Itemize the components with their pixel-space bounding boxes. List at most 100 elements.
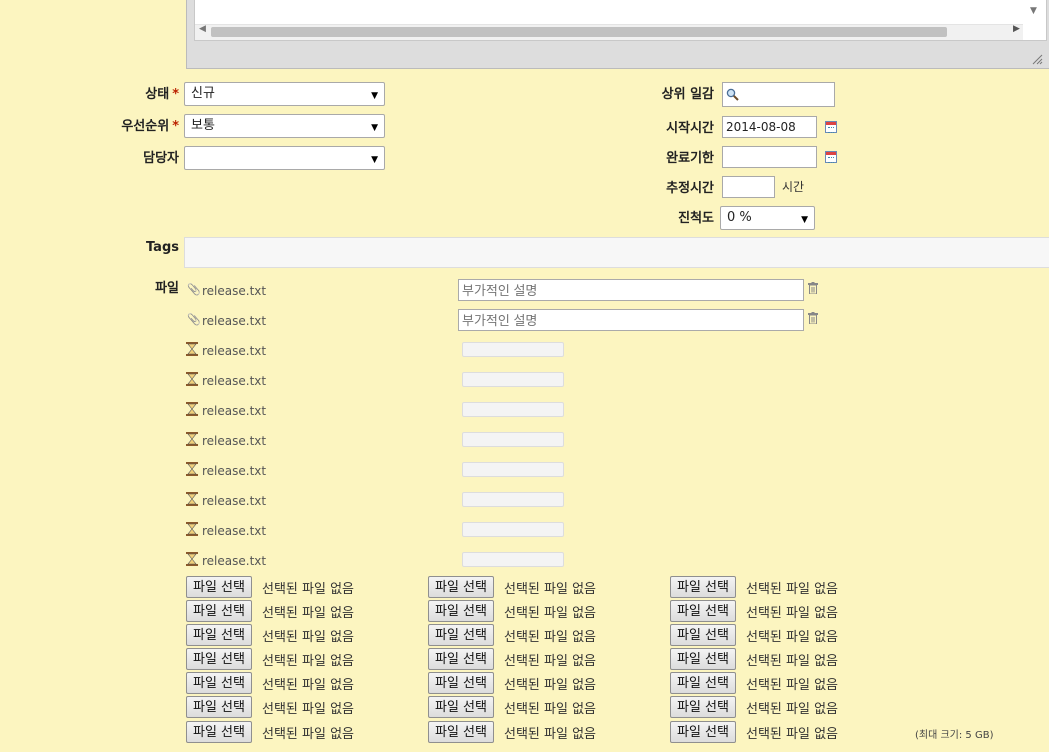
no-file-selected-text: 선택된 파일 없음: [504, 727, 596, 742]
done-ratio-value: 0 %: [727, 210, 752, 225]
uploading-file-name: release.txt: [202, 554, 267, 568]
no-file-selected-text: 선택된 파일 없음: [262, 630, 354, 645]
done-ratio-select[interactable]: 0 % ▼: [720, 206, 815, 230]
choose-file-button[interactable]: 파일 선택: [186, 576, 252, 598]
choose-file-button[interactable]: 파일 선택: [428, 600, 494, 622]
choose-file-button[interactable]: 파일 선택: [186, 672, 252, 694]
no-file-selected-text: 선택된 파일 없음: [262, 654, 354, 669]
scroll-right-arrow-icon[interactable]: ▶: [1013, 24, 1020, 34]
no-file-selected-text: 선택된 파일 없음: [504, 702, 596, 717]
max-size-note: (최대 크기: 5 GB): [915, 730, 994, 741]
uploading-file-name: release.txt: [202, 434, 267, 448]
choose-file-button[interactable]: 파일 선택: [428, 721, 494, 743]
assignee-select[interactable]: ▼: [184, 146, 385, 170]
paperclip-icon: 📎: [187, 313, 201, 326]
status-label: 상태 *: [145, 87, 179, 102]
calendar-icon[interactable]: [825, 121, 837, 133]
uploading-file-name: release.txt: [202, 404, 267, 418]
priority-value: 보통: [191, 118, 215, 133]
attached-file-name[interactable]: release.txt: [202, 314, 266, 328]
assignee-label: 담당자: [143, 151, 179, 166]
no-file-selected-text: 선택된 파일 없음: [504, 606, 596, 621]
upload-progress-bar: [462, 552, 564, 567]
uploading-file-name: release.txt: [202, 344, 267, 358]
chevron-down-icon: ▼: [371, 155, 378, 165]
start-date-label: 시작시간: [666, 121, 714, 136]
required-marker: *: [172, 119, 179, 134]
tags-label: Tags: [145, 240, 179, 255]
no-file-selected-text: 선택된 파일 없음: [746, 654, 838, 669]
choose-file-button[interactable]: 파일 선택: [670, 600, 736, 622]
hourglass-icon: [186, 492, 198, 506]
status-value: 신규: [191, 86, 215, 101]
hourglass-icon: [186, 372, 198, 386]
upload-progress-bar: [462, 522, 564, 537]
hourglass-icon: [186, 552, 198, 566]
files-label: 파일: [155, 281, 179, 296]
estimated-time-label: 추정시간: [666, 181, 714, 196]
attached-file-name[interactable]: release.txt: [202, 284, 266, 298]
choose-file-button[interactable]: 파일 선택: [670, 672, 736, 694]
status-select[interactable]: 신규 ▼: [184, 82, 385, 106]
required-marker: *: [172, 87, 179, 102]
trash-icon[interactable]: [808, 312, 818, 324]
hourglass-icon: [186, 462, 198, 476]
upload-progress-bar: [462, 462, 564, 477]
upload-progress-bar: [462, 432, 564, 447]
no-file-selected-text: 선택된 파일 없음: [746, 582, 838, 597]
no-file-selected-text: 선택된 파일 없음: [262, 606, 354, 621]
file-description-input[interactable]: [458, 309, 804, 331]
trash-icon[interactable]: [808, 282, 818, 294]
priority-select[interactable]: 보통 ▼: [184, 114, 385, 138]
choose-file-button[interactable]: 파일 선택: [186, 696, 252, 718]
calendar-icon[interactable]: [825, 151, 837, 163]
choose-file-button[interactable]: 파일 선택: [670, 576, 736, 598]
hourglass-icon: [186, 432, 198, 446]
no-file-selected-text: 선택된 파일 없음: [746, 606, 838, 621]
choose-file-button[interactable]: 파일 선택: [670, 696, 736, 718]
choose-file-button[interactable]: 파일 선택: [428, 696, 494, 718]
due-date-input[interactable]: [722, 146, 817, 168]
chevron-down-icon: ▼: [371, 91, 378, 101]
chevron-down-icon: ▼: [801, 215, 808, 225]
choose-file-button[interactable]: 파일 선택: [428, 672, 494, 694]
choose-file-button[interactable]: 파일 선택: [186, 721, 252, 743]
choose-file-button[interactable]: 파일 선택: [186, 648, 252, 670]
estimated-time-input[interactable]: [722, 176, 775, 198]
no-file-selected-text: 선택된 파일 없음: [746, 727, 838, 742]
choose-file-button[interactable]: 파일 선택: [670, 648, 736, 670]
chevron-down-icon: ▼: [371, 123, 378, 133]
hourglass-icon: [186, 402, 198, 416]
no-file-selected-text: 선택된 파일 없음: [504, 582, 596, 597]
choose-file-button[interactable]: 파일 선택: [428, 624, 494, 646]
upload-progress-bar: [462, 492, 564, 507]
choose-file-button[interactable]: 파일 선택: [670, 624, 736, 646]
hourglass-icon: [186, 522, 198, 536]
no-file-selected-text: 선택된 파일 없음: [746, 678, 838, 693]
tags-input[interactable]: [184, 237, 1049, 268]
no-file-selected-text: 선택된 파일 없음: [504, 654, 596, 669]
file-description-input[interactable]: [458, 279, 804, 301]
hourglass-icon: [186, 342, 198, 356]
choose-file-button[interactable]: 파일 선택: [186, 624, 252, 646]
no-file-selected-text: 선택된 파일 없음: [262, 727, 354, 742]
choose-file-button[interactable]: 파일 선택: [428, 576, 494, 598]
choose-file-button[interactable]: 파일 선택: [670, 721, 736, 743]
uploading-file-name: release.txt: [202, 464, 267, 478]
no-file-selected-text: 선택된 파일 없음: [504, 630, 596, 645]
estimated-time-unit: 시간: [782, 180, 805, 194]
scroll-down-arrow-icon[interactable]: ▼: [1030, 6, 1037, 16]
upload-progress-bar: [462, 342, 564, 357]
upload-progress-bar: [462, 402, 564, 417]
priority-label: 우선순위 *: [121, 119, 179, 134]
no-file-selected-text: 선택된 파일 없음: [504, 678, 596, 693]
no-file-selected-text: 선택된 파일 없음: [262, 678, 354, 693]
horizontal-scrollbar-thumb[interactable]: [211, 27, 947, 37]
choose-file-button[interactable]: 파일 선택: [428, 648, 494, 670]
resize-grip-icon[interactable]: [1031, 53, 1043, 65]
choose-file-button[interactable]: 파일 선택: [186, 600, 252, 622]
no-file-selected-text: 선택된 파일 없음: [746, 702, 838, 717]
scroll-left-arrow-icon[interactable]: ◀: [199, 24, 206, 34]
start-date-input[interactable]: 2014-08-08: [722, 116, 817, 138]
done-ratio-label: 진척도: [678, 211, 714, 226]
